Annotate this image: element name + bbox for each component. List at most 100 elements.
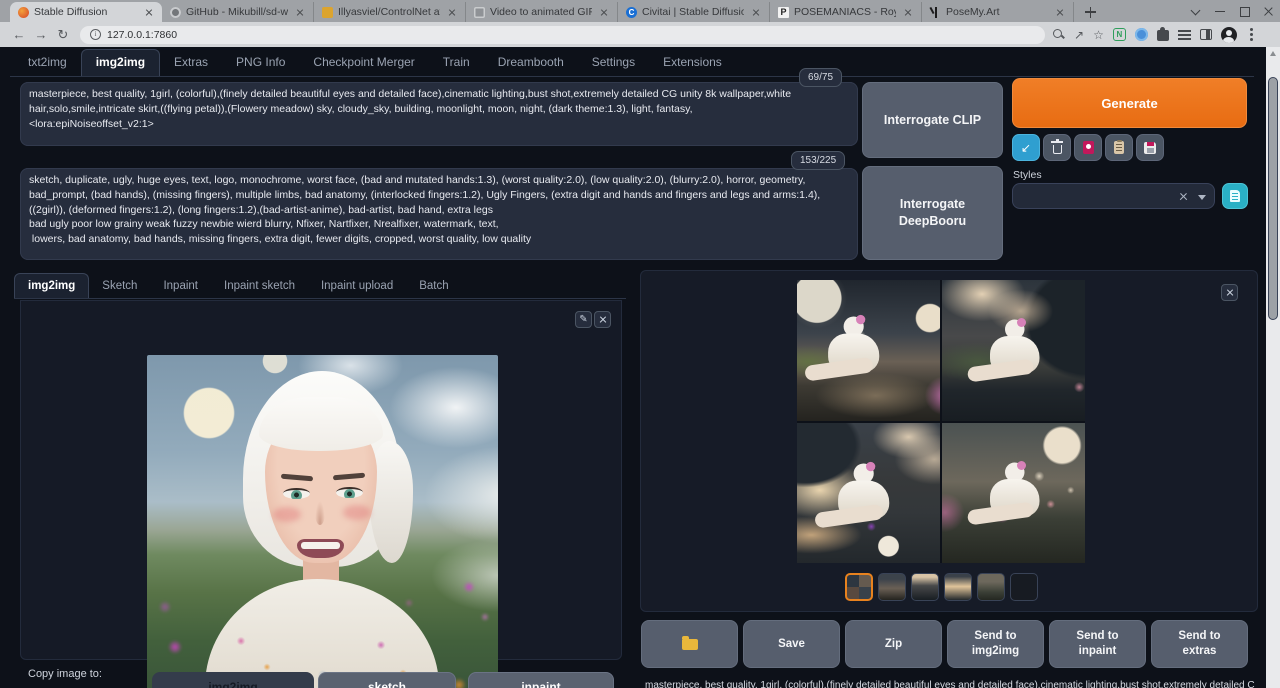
browser-tab-github[interactable]: GitHub - Mikubill/sd-webui-co: [162, 2, 314, 22]
extensions-puzzle-icon[interactable]: [1157, 30, 1169, 41]
generate-button[interactable]: Generate: [1012, 78, 1247, 128]
subtab-batch[interactable]: Batch: [406, 274, 461, 299]
profile-avatar[interactable]: [1221, 27, 1237, 43]
tab-txt2img[interactable]: txt2img: [14, 50, 81, 76]
scrollbar-thumb[interactable]: [1268, 77, 1278, 320]
tab-title: Civitai | Stable Diffusion model: [642, 6, 744, 18]
thumbnail-4[interactable]: [977, 573, 1005, 601]
tab-extras[interactable]: Extras: [160, 50, 222, 76]
subtab-sketch[interactable]: Sketch: [89, 274, 150, 299]
result-image-grid[interactable]: [797, 280, 1085, 563]
paste-params-button[interactable]: ↙: [1012, 134, 1040, 161]
site-info-icon[interactable]: i: [90, 29, 101, 40]
img2img-source-image[interactable]: [147, 355, 498, 688]
zoom-icon[interactable]: [1053, 29, 1065, 41]
gallery-actions: Save Zip Send to img2img Send to inpaint…: [641, 620, 1248, 668]
bookmark-star-icon[interactable]: ☆: [1093, 29, 1104, 41]
tab-png-info[interactable]: PNG Info: [222, 50, 299, 76]
subtab-img2img[interactable]: img2img: [14, 273, 89, 299]
side-panel-icon[interactable]: [1200, 29, 1212, 40]
negative-prompt-input[interactable]: sketch, duplicate, ugly, huge eyes, text…: [20, 168, 858, 260]
back-icon[interactable]: ←: [8, 24, 30, 46]
forward-icon[interactable]: →: [30, 24, 52, 46]
browser-tab-controlnet[interactable]: Illyasviel/ControlNet at main: [314, 2, 466, 22]
zip-button[interactable]: Zip: [845, 620, 942, 668]
apply-style-button[interactable]: [1105, 134, 1133, 161]
tab-close-icon[interactable]: [142, 5, 156, 19]
edit-image-button[interactable]: ✎: [575, 311, 592, 328]
window-chevron-icon[interactable]: [1184, 0, 1208, 22]
browser-menu-icon[interactable]: [1250, 33, 1253, 36]
clear-image-button[interactable]: [594, 311, 611, 328]
civitai-favicon-icon: [626, 7, 637, 18]
tab-close-icon[interactable]: [1053, 5, 1067, 19]
styles-dropdown[interactable]: [1012, 183, 1215, 209]
extension-blue-icon[interactable]: [1135, 28, 1148, 41]
reading-list-icon[interactable]: [1178, 29, 1191, 40]
result-image-3[interactable]: [797, 423, 940, 564]
thumbnail-2[interactable]: [911, 573, 939, 601]
save-style-button[interactable]: [1136, 134, 1164, 161]
tab-close-icon[interactable]: [597, 5, 611, 19]
prompt-input[interactable]: masterpiece, best quality, 1girl, (color…: [20, 82, 858, 146]
tab-close-icon[interactable]: [445, 5, 459, 19]
save-button[interactable]: Save: [743, 620, 840, 668]
subtab-inpaint-sketch[interactable]: Inpaint sketch: [211, 274, 308, 299]
open-folder-button[interactable]: [641, 620, 738, 668]
thumbnail-3[interactable]: [944, 573, 972, 601]
tab-dreambooth[interactable]: Dreambooth: [484, 50, 578, 76]
result-image-2[interactable]: [942, 280, 1085, 421]
copy-to-inpaint-button[interactable]: inpaint: [468, 672, 614, 688]
send-to-inpaint-button[interactable]: Send to inpaint: [1049, 620, 1146, 668]
page-scrollbar[interactable]: [1266, 47, 1280, 688]
gallery-close-button[interactable]: [1221, 284, 1238, 301]
scrollbar-up-icon[interactable]: [1270, 51, 1276, 56]
copy-to-sketch-button[interactable]: sketch: [318, 672, 456, 688]
tab-close-icon[interactable]: [901, 5, 915, 19]
trash-icon: [1053, 145, 1062, 154]
browser-tab-posemaniacs[interactable]: POSEMANIACS - Royalty free 3: [770, 2, 922, 22]
result-image-1[interactable]: [797, 280, 940, 421]
styles-clear-icon[interactable]: [1177, 190, 1190, 203]
tab-train[interactable]: Train: [429, 50, 484, 76]
interrogate-clip-button[interactable]: Interrogate CLIP: [862, 82, 1003, 158]
browser-tab-stable-diffusion[interactable]: Stable Diffusion: [10, 2, 162, 22]
img2img-drop-area[interactable]: ✎: [20, 300, 622, 660]
chevron-down-icon[interactable]: [1198, 195, 1206, 200]
thumbnail-grid[interactable]: [845, 573, 873, 601]
seated-girl-figure: [983, 320, 1052, 383]
tab-extensions[interactable]: Extensions: [649, 50, 736, 76]
extension-n-icon[interactable]: N: [1113, 28, 1126, 41]
thumbnail-1[interactable]: [878, 573, 906, 601]
send-to-img2img-button[interactable]: Send to img2img: [947, 620, 1044, 668]
controlnet-favicon-icon: [322, 7, 333, 18]
clear-prompt-button[interactable]: [1043, 134, 1071, 161]
reload-icon[interactable]: ↻: [52, 24, 74, 46]
address-bar[interactable]: i 127.0.0.1:7860: [80, 26, 1045, 44]
send-to-extras-button[interactable]: Send to extras: [1151, 620, 1248, 668]
result-image-4[interactable]: [942, 423, 1085, 564]
tab-settings[interactable]: Settings: [578, 50, 649, 76]
refresh-styles-button[interactable]: [1222, 183, 1248, 209]
subtab-inpaint[interactable]: Inpaint: [150, 274, 211, 299]
share-icon[interactable]: ↗: [1074, 29, 1084, 41]
window-minimize-button[interactable]: [1208, 0, 1232, 22]
tab-close-icon[interactable]: [293, 5, 307, 19]
tab-title: GitHub - Mikubill/sd-webui-co: [186, 6, 288, 18]
interrogate-deepbooru-button[interactable]: Interrogate DeepBooru: [862, 166, 1003, 260]
browser-tab-civitai[interactable]: Civitai | Stable Diffusion model: [618, 2, 770, 22]
tab-img2img[interactable]: img2img: [81, 49, 160, 76]
browser-tab-gif-converter[interactable]: Video to animated GIF converter: [466, 2, 618, 22]
new-tab-button[interactable]: [1078, 2, 1102, 22]
subtab-inpaint-upload[interactable]: Inpaint upload: [308, 274, 406, 299]
clipboard-icon: [1114, 141, 1124, 154]
browser-tab-posemyart[interactable]: PoseMy.Art: [922, 2, 1074, 22]
window-maximize-button[interactable]: [1232, 0, 1256, 22]
window-close-button[interactable]: [1256, 0, 1280, 22]
folder-icon: [682, 639, 698, 650]
tab-close-icon[interactable]: [749, 5, 763, 19]
seated-girl-figure: [830, 463, 901, 528]
extra-networks-button[interactable]: [1074, 134, 1102, 161]
thumbnail-5[interactable]: [1010, 573, 1038, 601]
tab-checkpoint-merger[interactable]: Checkpoint Merger: [299, 50, 428, 76]
